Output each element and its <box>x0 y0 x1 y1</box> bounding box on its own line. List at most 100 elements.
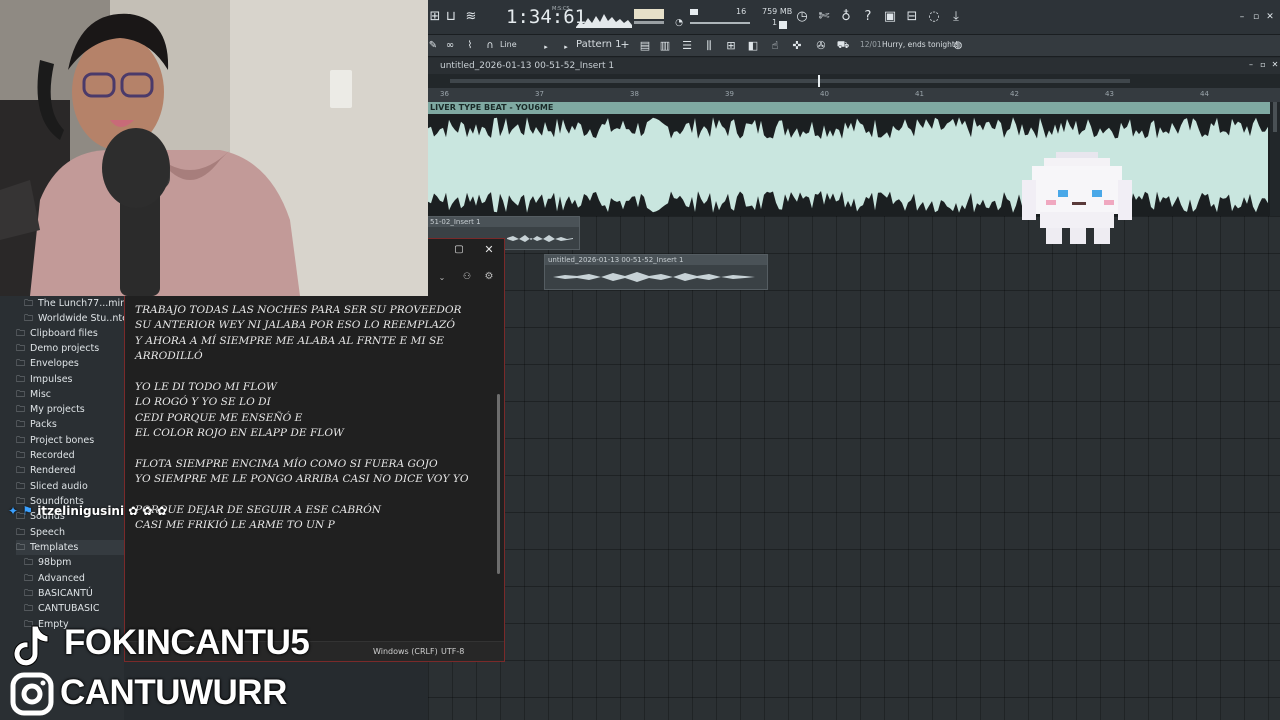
folder-icon: 🗀 <box>16 543 26 553</box>
folder-icon: 🗀 <box>16 405 26 415</box>
metronome-icon[interactable]: ⊔ <box>442 10 460 24</box>
status-encoding[interactable]: UTF-8 <box>441 642 464 662</box>
clock-icon[interactable]: ◷ <box>794 10 810 24</box>
browser-item[interactable]: 🗀 Sliced audio <box>16 479 88 494</box>
pattern-prev-icon[interactable]: ▸ <box>562 40 570 54</box>
help-icon[interactable]: ? <box>860 10 876 24</box>
folder-icon: 🗀 <box>16 451 26 461</box>
bar-ruler[interactable]: 36 37 38 39 40 41 42 43 44 <box>428 88 1280 102</box>
notepad-close-icon[interactable]: ✕ <box>483 243 495 257</box>
playlist-max-icon[interactable]: ▫ <box>1258 58 1268 72</box>
time-display[interactable]: 1:34:61 <box>506 6 586 28</box>
browser-item[interactable]: 🗀 Impulses <box>16 372 73 387</box>
ruler-mark: 42 <box>1010 90 1019 98</box>
notepad-dropdown-icon[interactable]: ⌄ <box>437 271 447 285</box>
browser-item[interactable]: 🗀 Rendered <box>16 463 76 478</box>
notepad-scrollbar[interactable] <box>497 394 500 574</box>
browser-item[interactable]: 🗀 Project bones <box>16 433 94 448</box>
browser-item[interactable]: 🗀 98bpm <box>24 555 71 570</box>
download-icon[interactable]: ⤓ <box>948 10 964 24</box>
save-icon[interactable]: ▣ <box>882 10 898 24</box>
lyric-line: PORQUE DEJAR DE SEGUIR A ESE CABRÓN <box>135 504 382 517</box>
lyric-line: ARRODILLÓ <box>135 350 203 363</box>
folder-icon: 🗀 <box>24 589 34 599</box>
browser-item[interactable]: 🗀 Envelopes <box>16 356 79 371</box>
audio-clip-waveform[interactable] <box>428 114 1270 216</box>
browser-item[interactable]: 🗀 Recorded <box>16 448 75 463</box>
folder-icon: 🗀 <box>24 604 34 614</box>
memory-readout: 759 MB <box>762 7 793 16</box>
browser-item[interactable]: 🗀 CANTUBASIC <box>24 601 99 616</box>
news-ticker[interactable]: Hurry, ends tonight! <box>882 40 958 49</box>
mic-icon[interactable]: ♁ <box>838 10 854 24</box>
cut-icon[interactable]: ✄ <box>816 10 832 24</box>
playhead-marker[interactable] <box>818 75 820 87</box>
channel-rack-icon[interactable]: ☰ <box>680 39 694 53</box>
browser-item[interactable]: 🗀 Advanced <box>24 571 85 586</box>
lyric-line: YO LE DI TODO MI FLOW <box>135 380 277 393</box>
folder-icon: 🗀 <box>16 329 26 339</box>
browser-item[interactable]: 🗀 BASICANTÚ <box>24 586 93 601</box>
playlist-grid[interactable] <box>428 216 1280 720</box>
link-icon[interactable]: ∞ <box>444 39 456 53</box>
memory-sub: 1 <box>772 18 778 27</box>
playlist-close-icon[interactable]: ✕ <box>1270 58 1280 72</box>
ruler-mark: 44 <box>1200 90 1209 98</box>
notepad-maximize-icon[interactable]: ▢ <box>453 243 465 257</box>
wait-icon[interactable]: ≋ <box>462 10 480 24</box>
lyric-line: TRABAJO TODAS LAS NOCHES PARA SER SU PRO… <box>135 304 462 316</box>
browser-item[interactable]: 🗀 Demo projects <box>16 341 99 356</box>
pattern-selector[interactable]: Pattern 1 <box>576 39 622 50</box>
browser-item[interactable]: 🗀 Templates <box>16 540 124 555</box>
master-volume[interactable] <box>634 9 664 19</box>
snap-icon[interactable]: ⊞ <box>428 10 442 24</box>
notepad-text-area[interactable]: TRABAJO TODAS LAS NOCHES PARA SER SU PRO… <box>135 303 490 534</box>
snap-mode[interactable]: Line <box>500 40 517 49</box>
lyric-line: YO SIEMPRE ME LE PONGO ARRIBA CASI NO DI… <box>135 473 469 486</box>
playlist-icon[interactable]: ▤ <box>638 39 652 53</box>
fl-top-toolbar: ⊞ ⊔ ≋ 1:34:61 M:S:CS ◔ 16 759 MB 1 ◷ ✄ ♁… <box>428 0 1280 35</box>
playlist-scrollbar[interactable] <box>1270 102 1280 222</box>
folder-icon: 🗀 <box>16 359 26 369</box>
browser-item[interactable]: 🗀 Misc <box>16 387 51 402</box>
chat-emote-icons: ✿ ✿ ✿ <box>128 504 167 518</box>
close-icon[interactable]: ✕ <box>1264 10 1276 24</box>
notepad-settings-icon[interactable]: ⚙ <box>483 270 495 284</box>
piano-roll-icon[interactable]: ▥ <box>658 39 672 53</box>
browser-item[interactable]: 🗀 Clipboard files <box>16 326 98 341</box>
instagram-handle: CANTUWURR <box>60 673 287 712</box>
playlist-scrollbar-thumb[interactable] <box>1273 102 1277 132</box>
master-pitch[interactable] <box>634 21 664 24</box>
browser-item[interactable]: 🗀 My projects <box>16 402 85 417</box>
touch-icon[interactable]: ☝ <box>768 39 782 53</box>
audio-clip-insert-b[interactable]: untitled_2026-01-13 00-51-52_Insert 1 <box>544 254 768 290</box>
paint-icon[interactable]: ✎ <box>428 39 438 53</box>
notepad-copilot-icon[interactable]: ⚇ <box>461 270 473 284</box>
channel-icon[interactable]: ⌇ <box>464 39 476 53</box>
browser-icon[interactable]: ⊞ <box>724 39 738 53</box>
tools-icon[interactable]: ✜ <box>790 39 804 53</box>
cart-icon[interactable]: ⛟ <box>836 39 850 53</box>
minimize-icon[interactable]: – <box>1236 10 1248 24</box>
time-unit-label: M:S:CS <box>552 6 570 12</box>
browser-item[interactable]: 🗀 The Lunch77...min D/ <box>24 296 140 311</box>
add-pattern-icon[interactable]: + <box>620 38 630 52</box>
maximize-icon[interactable]: ▫ <box>1250 10 1262 24</box>
audio-clip-header[interactable]: LIVER TYPE BEAT - YOU6ME <box>428 102 1270 114</box>
status-line-ending[interactable]: Windows (CRLF) <box>373 642 438 662</box>
export-icon[interactable]: ⊟ <box>904 10 920 24</box>
scroll-thumb[interactable] <box>450 79 1130 83</box>
feed-icon[interactable]: ✇ <box>814 39 828 53</box>
magnet-icon[interactable]: ∩ <box>484 39 496 53</box>
mixer-icon[interactable]: ⫼ <box>702 39 716 53</box>
browser-item[interactable]: 🗀 Speech <box>16 525 65 540</box>
playlist-scroll[interactable] <box>428 74 1280 88</box>
folder-icon: 🗀 <box>24 574 34 584</box>
globe-icon[interactable]: ◍ <box>952 39 964 53</box>
chat-icon[interactable]: ◌ <box>926 10 942 24</box>
snap-arrow-icon[interactable]: ▸ <box>542 40 550 54</box>
plugin-icon[interactable]: ◧ <box>746 39 760 53</box>
browser-item[interactable]: 🗀 Packs <box>16 417 57 432</box>
record-icon[interactable]: ◔ <box>674 16 684 30</box>
playlist-min-icon[interactable]: – <box>1246 58 1256 72</box>
